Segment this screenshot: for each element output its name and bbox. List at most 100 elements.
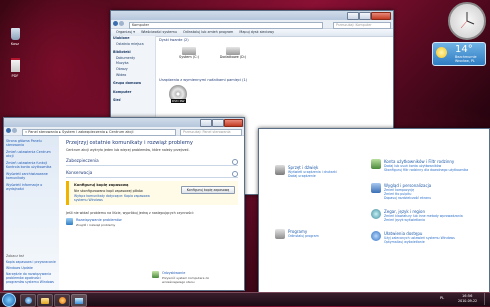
programs-icon bbox=[275, 229, 285, 239]
troubleshooting-title: Rozwiązywanie problemów bbox=[76, 218, 122, 222]
cp-appearance[interactable]: Wygląd i personalizacja Zmień kompozycję… bbox=[371, 183, 486, 205]
dvd-drive[interactable]: DVD RW bbox=[167, 85, 191, 107]
forward-button[interactable] bbox=[119, 21, 124, 26]
search-input[interactable]: Przeszukaj: Panel sterowania bbox=[180, 128, 242, 136]
maintenance-section-header[interactable]: Konserwacja bbox=[66, 170, 238, 178]
taskbar-ie-button[interactable] bbox=[20, 294, 36, 307]
control-panel-icon bbox=[75, 297, 83, 304]
cp-user-accounts[interactable]: Konta użytkowników i Filtr rodzinny Doda… bbox=[371, 159, 486, 177]
clock-face-icon bbox=[460, 12, 475, 29]
alert-disable-link[interactable]: Wyłącz komunikaty dotyczące: Kopia zapas… bbox=[74, 194, 164, 202]
weather-temperature: 14° bbox=[455, 44, 473, 55]
search-input[interactable]: Przeszukaj: Komputer bbox=[333, 21, 391, 29]
taskbar-control-panel-button[interactable] bbox=[71, 294, 87, 307]
minimize-button[interactable] bbox=[347, 12, 359, 20]
internet-explorer-icon bbox=[24, 297, 32, 304]
sidebar-link-uac-settings[interactable]: Zmień ustawienia funkcji Kontrola konta … bbox=[4, 159, 59, 170]
start-button[interactable] bbox=[2, 293, 16, 307]
troubleshooting-icon bbox=[66, 218, 73, 225]
hard-drive-icon bbox=[226, 47, 240, 55]
hard-disks-heading: Dyski twarde (2) bbox=[159, 38, 189, 42]
nav-videos[interactable]: Wideo bbox=[111, 73, 155, 79]
action-center-window[interactable]: « Panel sterowania ▸ System i zabezpiecz… bbox=[3, 117, 245, 291]
action-center-titlebar[interactable] bbox=[4, 118, 244, 127]
intro-text: Centrum akcji wykryło jeden lub więcej p… bbox=[66, 148, 190, 152]
hard-drive-icon bbox=[182, 47, 196, 55]
cp-clock-language[interactable]: Zegar, język i region Zmień klawiatury l… bbox=[371, 209, 486, 227]
see-also-heading: Zobacz też bbox=[6, 254, 25, 258]
maximize-button[interactable] bbox=[359, 12, 371, 20]
taskbar-media-button[interactable] bbox=[54, 294, 70, 307]
cp-programs[interactable]: Programy Odinstaluj program bbox=[275, 229, 355, 243]
minimize-button[interactable] bbox=[200, 119, 212, 127]
desktop-icon-pdf[interactable]: PDF bbox=[4, 58, 26, 78]
address-field[interactable]: Komputer bbox=[129, 21, 323, 29]
control-panel-left-column: Sprzęt i dźwięk Wyświetl urządzenia i dr… bbox=[259, 129, 359, 292]
clock-gadget[interactable] bbox=[448, 2, 486, 40]
nav-computer[interactable]: Komputer bbox=[111, 90, 155, 96]
ease-of-access-icon bbox=[371, 231, 381, 241]
configure-backup-button[interactable]: Konfiguruj kopię zapasową bbox=[181, 186, 235, 194]
nav-homegroup[interactable]: Grupa domowa bbox=[111, 81, 155, 87]
see-also-backup[interactable]: Kopia zapasowa i przywracanie bbox=[6, 260, 56, 264]
forward-button[interactable] bbox=[12, 128, 17, 133]
language-indicator[interactable]: PL bbox=[440, 296, 444, 300]
security-label: Zabezpieczenia bbox=[66, 158, 99, 163]
recovery-icon bbox=[152, 271, 159, 278]
show-desktop-button[interactable] bbox=[484, 293, 490, 305]
sidebar-link-control-panel-home[interactable]: Strona główna Panelu sterowania bbox=[4, 136, 59, 148]
organize-menu[interactable]: Organizuj ▾ bbox=[116, 30, 135, 34]
recovery-title: Odzyskiwanie bbox=[162, 271, 186, 275]
clock-time[interactable]: 16:56 bbox=[462, 294, 472, 298]
alert-text: Nie skonfigurowano kopii zapasowej plikó… bbox=[74, 189, 144, 193]
clock-date[interactable]: 2010-09-22 bbox=[458, 299, 477, 303]
nav-recent-places[interactable]: Ostatnio miejsca bbox=[111, 42, 155, 48]
action-center-sidebar: Strona główna Panelu sterowania Zmień us… bbox=[4, 136, 59, 290]
back-button[interactable] bbox=[6, 128, 11, 133]
drive-d[interactable]: Dodatkowe (D:) bbox=[211, 47, 255, 59]
close-button[interactable] bbox=[224, 119, 243, 127]
cp-ease-of-access[interactable]: Ułatwienia dostępu Użyj zalecanych ustaw… bbox=[371, 231, 486, 249]
alert-title: Konfiguruj kopię zapasową bbox=[74, 183, 129, 187]
collapse-chevron-icon[interactable] bbox=[232, 171, 238, 177]
see-also-compatibility[interactable]: Narzędzie do rozwiązywania problemów zgo… bbox=[6, 272, 58, 284]
page-title: Przejrzyj ostatnie komunikaty i rozwiąż … bbox=[66, 140, 193, 146]
user-accounts-icon bbox=[371, 159, 381, 169]
explorer-titlebar[interactable] bbox=[111, 11, 393, 20]
pdf-file-icon bbox=[10, 58, 20, 72]
action-center-main: Przejrzyj ostatnie komunikaty i rozwiąż … bbox=[66, 140, 238, 284]
uninstall-program-button[interactable]: Odinstaluj lub zmień program bbox=[183, 30, 233, 34]
control-panel-window[interactable]: Sprzęt i dźwięk Wyświetl urządzenia i dr… bbox=[258, 128, 490, 293]
taskbar: PL 16:56 2010-09-22 bbox=[0, 292, 490, 307]
recycle-bin-icon bbox=[10, 28, 20, 40]
nav-network[interactable]: Sieć bbox=[111, 98, 155, 104]
maintenance-label: Konserwacja bbox=[66, 170, 93, 175]
sidebar-link-performance[interactable]: Wyświetl informacje o wydajności bbox=[4, 181, 59, 192]
map-network-drive-button[interactable]: Mapuj dysk sieciowy bbox=[239, 30, 274, 34]
recovery-item[interactable]: Odzyskiwanie Przywróć system komputera d… bbox=[152, 271, 238, 285]
media-player-icon bbox=[58, 297, 66, 304]
desktop-icon-recycle-bin[interactable]: Kosz bbox=[4, 28, 26, 46]
system-properties-button[interactable]: Właściwości systemu bbox=[141, 30, 177, 34]
taskbar-explorer-button[interactable] bbox=[37, 294, 53, 307]
maximize-button[interactable] bbox=[212, 119, 224, 127]
security-section-header[interactable]: Zabezpieczenia bbox=[66, 158, 238, 166]
see-also-windows-update[interactable]: Windows Update bbox=[6, 266, 33, 270]
folder-icon bbox=[41, 297, 49, 304]
expand-chevron-icon[interactable] bbox=[232, 159, 238, 165]
footer-text: Jeśli nie widać problemu na liście, wypr… bbox=[66, 211, 194, 215]
sidebar-link-change-settings[interactable]: Zmień ustawienia Centrum akcji bbox=[4, 148, 59, 159]
troubleshooting-item[interactable]: Rozwiązywanie problemów Znajdź i rozwiąż… bbox=[66, 218, 238, 230]
close-button[interactable] bbox=[371, 12, 391, 20]
weather-gadget[interactable]: 14° Bezchmurnie Wrocław, PL bbox=[432, 42, 486, 66]
back-button[interactable] bbox=[113, 21, 118, 26]
drive-c[interactable]: System (C:) bbox=[169, 47, 209, 59]
desktop-icon-label: Kosz bbox=[10, 42, 20, 46]
desktop-icon-label: PDF bbox=[11, 74, 19, 78]
drive-label: Dodatkowe (D:) bbox=[219, 55, 247, 59]
drive-label: System (C:) bbox=[179, 55, 199, 59]
cp-hardware-sound[interactable]: Sprzęt i dźwięk Wyświetl urządzenia i dr… bbox=[275, 165, 355, 185]
breadcrumb[interactable]: « Panel sterowania ▸ System i zabezpiecz… bbox=[22, 128, 176, 136]
sidebar-link-archived-messages[interactable]: Wyświetl zarchiwizowane komunikaty bbox=[4, 170, 59, 181]
printer-icon bbox=[275, 165, 285, 175]
